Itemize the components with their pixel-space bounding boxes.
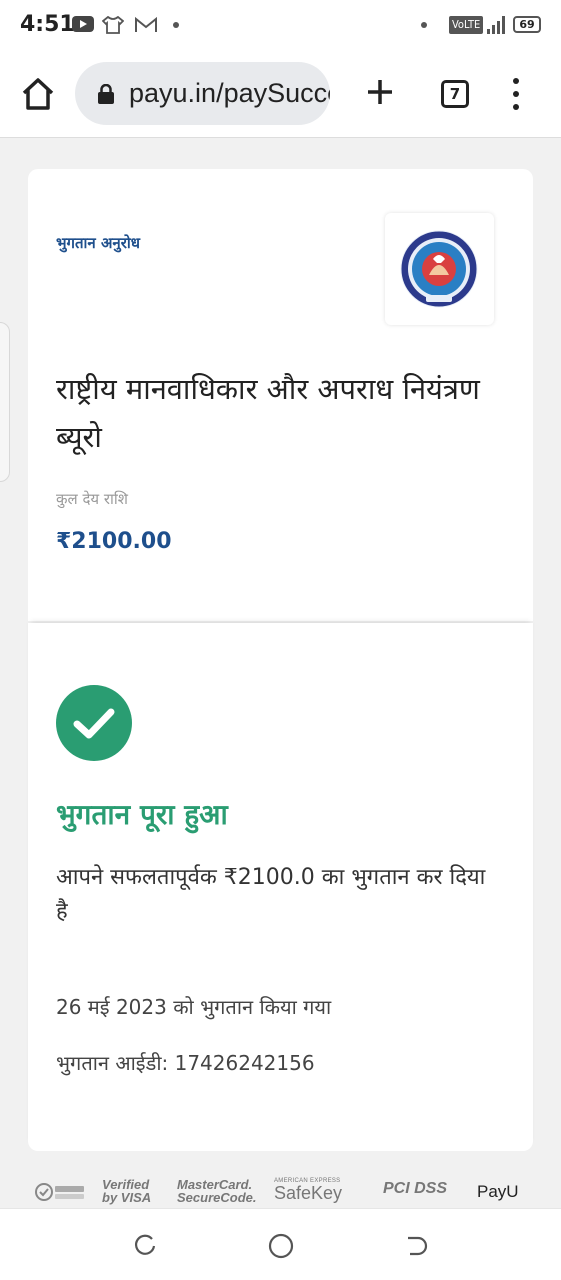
gmail-icon xyxy=(135,16,157,32)
payment-date: 26 मई 2023 को भुगतान किया गया xyxy=(56,995,332,1019)
home-icon[interactable] xyxy=(20,76,56,112)
pci-dss-logo: PCI DSS xyxy=(383,1180,448,1197)
signal-icon xyxy=(487,16,507,34)
tab-switcher-button[interactable]: 7 xyxy=(441,80,469,108)
check-circle-icon xyxy=(56,685,132,761)
verified-by-visa-logo: Verified by VISA xyxy=(102,1177,152,1205)
security-logos: Verified by VISA MasterCard. SecureCode.… xyxy=(0,1172,561,1208)
amount-due-value: ₹2100.00 xyxy=(56,529,172,554)
transaction-id: भुगतान आईडी: 17426242156 xyxy=(56,1051,315,1075)
merchant-logo xyxy=(400,230,478,308)
edge-panel-handle[interactable] xyxy=(0,322,10,482)
status-bar: 4:51 VoLTE 69 xyxy=(0,0,561,52)
notification-dot-icon xyxy=(173,22,179,28)
payment-complete-title: भुगतान पूरा हुआ xyxy=(56,798,228,831)
payment-request-label: भुगतान अनुरोध xyxy=(56,234,141,252)
safekey-label: SafeKey xyxy=(274,1183,343,1203)
lock-icon xyxy=(98,84,114,104)
shirt-icon xyxy=(102,16,124,34)
status-time: 4:51 xyxy=(20,12,75,37)
recents-icon[interactable] xyxy=(132,1233,158,1259)
payu-logo: PayU xyxy=(477,1182,519,1201)
amex-safekey-logo: AMERICAN EXPRESS SafeKey xyxy=(274,1178,342,1202)
youtube-icon xyxy=(72,16,94,32)
url-text: payu.in/paySuccess xyxy=(129,78,330,108)
more-vert-icon[interactable] xyxy=(506,78,526,112)
merchant-card: भुगतान अनुरोध राष्ट्रीय मानवाधिकार और अप… xyxy=(28,169,533,621)
browser-toolbar: payu.in/paySuccess 7 xyxy=(0,52,561,138)
mastercard-securecode-logo: MasterCard. SecureCode. xyxy=(177,1177,257,1205)
plus-icon[interactable] xyxy=(364,76,396,108)
battery-icon: 69 xyxy=(513,16,541,33)
merchant-logo-box xyxy=(385,213,494,325)
payment-success-message: आपने सफलतापूर्वक ₹2100.0 का भुगतान कर दि… xyxy=(56,865,486,924)
address-bar[interactable]: payu.in/paySuccess xyxy=(75,62,330,125)
notification-dot-icon xyxy=(421,22,427,28)
system-nav-bar xyxy=(0,1208,561,1280)
amount-due-label: कुल देय राशि xyxy=(56,490,128,508)
volte-badge: VoLTE xyxy=(449,16,484,34)
payment-status-card: भुगतान पूरा हुआ आपने सफलतापूर्वक ₹2100.0… xyxy=(28,623,533,1151)
back-icon[interactable] xyxy=(404,1233,430,1259)
home-nav-icon[interactable] xyxy=(268,1233,294,1259)
merchant-name: राष्ट्रीय मानवाधिकार और अपराध नियंत्रण ब… xyxy=(56,372,480,454)
norton-secured-icon xyxy=(35,1183,84,1201)
